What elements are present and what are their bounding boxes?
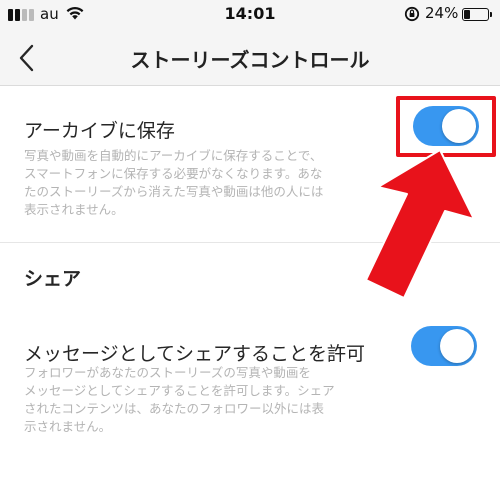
allow-share-setting-label: メッセージとしてシェアすることを許可 — [24, 343, 366, 365]
archive-description-line: 表示されません。 — [24, 202, 124, 217]
archive-description-line: スマートフォンに保存する必要がなくなります。あな — [24, 166, 323, 181]
battery-tip — [490, 12, 492, 17]
archive-setting-description: 写真や動画を自動的にアーカイブに保存することで、 スマートフォンに保存する必要が… — [24, 147, 384, 219]
annotation-highlight-box — [396, 96, 496, 157]
stories-controls-screen: au 14:01 24% ストーリーズコントロール アーカイブに保存 写真や動画… — [0, 0, 500, 478]
battery-icon — [462, 8, 489, 21]
nav-bar: ストーリーズコントロール — [0, 30, 500, 86]
archive-setting-label: アーカイブに保存 — [24, 120, 175, 142]
status-bar: au 14:01 24% — [0, 0, 500, 30]
share-section-header: シェア — [24, 268, 82, 290]
allow-share-description-line: されたコンテンツは、あなたのフォロワー以外には表 — [24, 401, 325, 416]
allow-share-description-line: メッセージとしてシェアすることを許可します。シェア — [24, 383, 335, 398]
section-divider — [0, 242, 500, 243]
allow-share-toggle[interactable] — [411, 326, 477, 366]
page-title: ストーリーズコントロール — [130, 48, 370, 72]
allow-share-description-line: フォロワーがあなたのストーリーズの写真や動画を — [24, 365, 311, 380]
battery-fill — [464, 10, 470, 19]
allow-share-setting-description: フォロワーがあなたのストーリーズの写真や動画を メッセージとしてシェアすることを… — [24, 364, 384, 436]
archive-description-line: 写真や動画を自動的にアーカイブに保存することで、 — [24, 148, 323, 163]
allow-share-description-line: 示されません。 — [24, 419, 112, 434]
archive-description-line: たのストーリーズから消えた写真や動画は他の人には — [24, 184, 324, 199]
orientation-lock-icon — [404, 6, 420, 22]
battery-percent: 24% — [425, 4, 459, 22]
toggle-knob — [440, 329, 474, 363]
